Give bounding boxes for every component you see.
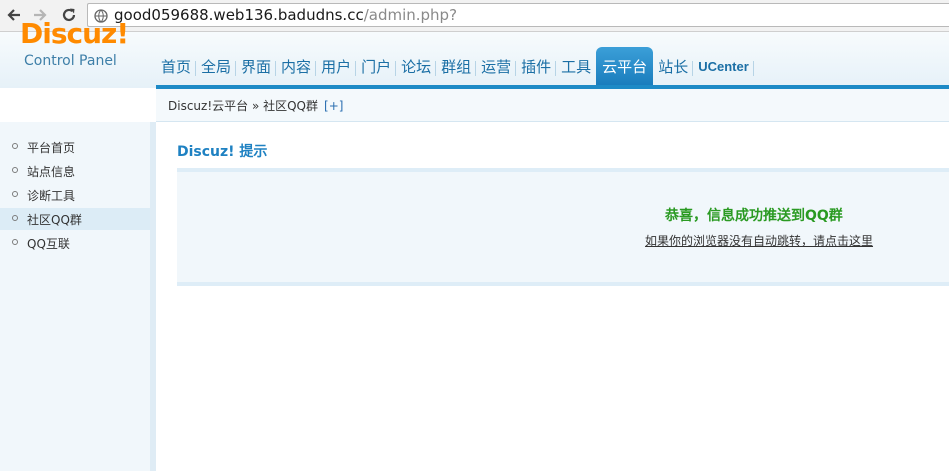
browser-toolbar: good059688.web136.badudns.cc/admin.php? bbox=[0, 0, 949, 32]
message-box: 恭喜，信息成功推送到QQ群 如果你的浏览器没有自动跳转，请点击这里 bbox=[177, 168, 949, 286]
breadcrumb-bar: Discuz!云平台 » 社区QQ群 [+] bbox=[156, 89, 949, 122]
nav-portal[interactable]: 门户 bbox=[356, 47, 397, 85]
sidebar-item-platform-home[interactable]: 平台首页 bbox=[0, 136, 150, 158]
sidebar-item-qq-group[interactable]: 社区QQ群 bbox=[0, 208, 150, 230]
bullet-icon bbox=[12, 143, 18, 149]
bullet-icon bbox=[12, 215, 18, 221]
add-to-menu-link[interactable]: [+] bbox=[324, 99, 343, 113]
sidebar-item-site-info[interactable]: 站点信息 bbox=[0, 160, 150, 182]
nav-groups[interactable]: 群组 bbox=[436, 47, 477, 85]
nav-content[interactable]: 内容 bbox=[276, 47, 317, 85]
nav-tools[interactable]: 工具 bbox=[556, 47, 596, 85]
top-navigation: 首页 全局 界面 内容 用户 门户 论坛 群组 运营 插件 工具 云平台 站长 … bbox=[156, 47, 754, 85]
nav-webmaster[interactable]: 站长 bbox=[653, 47, 694, 85]
sidebar-divider bbox=[150, 122, 156, 471]
logo-subtitle: Control Panel bbox=[24, 53, 117, 69]
page-title: Discuz! 提示 bbox=[177, 144, 268, 160]
success-message: 恭喜，信息成功推送到QQ群 bbox=[665, 208, 843, 224]
nav-operations[interactable]: 运营 bbox=[476, 47, 517, 85]
nav-plugins[interactable]: 插件 bbox=[516, 47, 557, 85]
bullet-icon bbox=[12, 239, 18, 245]
discuz-logo[interactable]: Discuz! bbox=[20, 18, 129, 50]
nav-users[interactable]: 用户 bbox=[316, 47, 357, 85]
redirect-link[interactable]: 如果你的浏览器没有自动跳转，请点击这里 bbox=[645, 232, 873, 249]
sidebar: 平台首页 站点信息 诊断工具 社区QQ群 QQ互联 bbox=[0, 122, 150, 471]
nav-cloud-platform[interactable]: 云平台 bbox=[596, 47, 654, 85]
sidebar-item-diagnostics[interactable]: 诊断工具 bbox=[0, 184, 150, 206]
breadcrumb: Discuz!云平台 » 社区QQ群 [+] bbox=[168, 97, 343, 114]
address-bar[interactable]: good059688.web136.badudns.cc/admin.php? bbox=[87, 3, 949, 27]
nav-global[interactable]: 全局 bbox=[196, 47, 237, 85]
nav-ucenter[interactable]: UCenter bbox=[693, 47, 754, 85]
bullet-icon bbox=[12, 167, 18, 173]
bullet-icon bbox=[12, 191, 18, 197]
breadcrumb-path: Discuz!云平台 » 社区QQ群 bbox=[168, 99, 319, 113]
url-text: good059688.web136.badudns.cc/admin.php? bbox=[114, 6, 458, 24]
nav-interface[interactable]: 界面 bbox=[236, 47, 277, 85]
sidebar-item-qq-connect[interactable]: QQ互联 bbox=[0, 232, 150, 254]
nav-home[interactable]: 首页 bbox=[156, 47, 197, 85]
nav-forum[interactable]: 论坛 bbox=[396, 47, 437, 85]
